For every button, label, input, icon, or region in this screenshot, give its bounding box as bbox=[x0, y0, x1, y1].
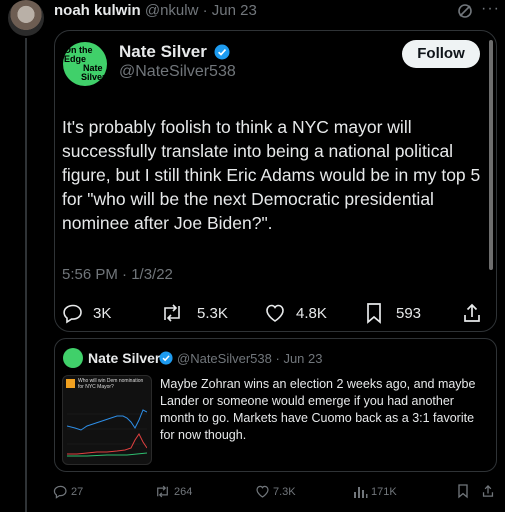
post-header: noah kulwin @nkulw · Jun 23 bbox=[54, 2, 257, 19]
bottom-reply-icon[interactable] bbox=[53, 484, 68, 499]
views-icon[interactable] bbox=[353, 484, 368, 499]
repost-icon[interactable] bbox=[160, 302, 184, 324]
inner-author-name[interactable]: Nate Silver bbox=[88, 350, 160, 366]
views-count[interactable]: 171K bbox=[371, 486, 397, 498]
thumb-title: Who will win Dem nomination for NYC Mayo… bbox=[78, 378, 144, 390]
grok-icon[interactable] bbox=[456, 2, 474, 20]
author-handle[interactable]: @nkulw bbox=[145, 2, 199, 19]
quoted-tweet-text: It's probably foolish to think a NYC may… bbox=[62, 117, 481, 233]
post-date[interactable]: Jun 23 bbox=[212, 2, 257, 19]
scrollbar[interactable] bbox=[489, 40, 493, 270]
quoted-author-name[interactable]: Nate Silver bbox=[119, 42, 207, 62]
quoted-handle[interactable]: @NateSilver538 bbox=[119, 63, 236, 81]
bookmark-icon[interactable] bbox=[364, 301, 384, 325]
like-count[interactable]: 4.8K bbox=[296, 305, 327, 322]
bottom-like-count[interactable]: 7.3K bbox=[273, 486, 296, 498]
bottom-bookmark-icon[interactable] bbox=[456, 483, 470, 499]
like-icon[interactable] bbox=[263, 302, 287, 324]
inner-quote-avatar[interactable] bbox=[63, 348, 83, 368]
reply-count[interactable]: 3K bbox=[93, 305, 111, 322]
thread-line bbox=[25, 38, 27, 512]
inner-date[interactable]: Jun 23 bbox=[283, 351, 322, 366]
bottom-repost-count[interactable]: 264 bbox=[174, 486, 192, 498]
inner-meta: @NateSilver538 · Jun 23 bbox=[177, 351, 323, 366]
bottom-like-icon[interactable] bbox=[254, 484, 271, 499]
repost-count[interactable]: 5.3K bbox=[197, 305, 228, 322]
reply-icon[interactable] bbox=[62, 302, 84, 324]
inner-handle[interactable]: @NateSilver538 bbox=[177, 351, 272, 366]
quoted-timestamp[interactable]: 5:56 PM · 1/3/22 bbox=[62, 266, 173, 283]
author-avatar[interactable] bbox=[8, 0, 44, 36]
more-icon[interactable]: ··· bbox=[481, 0, 500, 18]
market-chart-thumbnail[interactable]: Who will win Dem nomination for NYC Mayo… bbox=[62, 375, 152, 465]
inner-verified-badge-icon bbox=[159, 351, 173, 365]
quoted-avatar[interactable]: On the Edge Nate Silver bbox=[63, 42, 107, 86]
verified-badge-icon bbox=[214, 44, 230, 60]
inner-quote-text: Maybe Zohran wins an election 2 weeks ag… bbox=[160, 377, 476, 442]
share-icon[interactable] bbox=[461, 301, 483, 325]
bookmark-count[interactable]: 593 bbox=[396, 305, 421, 322]
market-logo-icon bbox=[66, 379, 75, 388]
thumb-chart-lines bbox=[67, 409, 147, 457]
author-name[interactable]: noah kulwin bbox=[54, 2, 141, 19]
follow-button[interactable]: Follow bbox=[402, 40, 480, 68]
bottom-reply-count[interactable]: 27 bbox=[71, 486, 83, 498]
bottom-repost-icon[interactable] bbox=[154, 484, 171, 499]
bottom-share-icon[interactable] bbox=[481, 483, 495, 499]
